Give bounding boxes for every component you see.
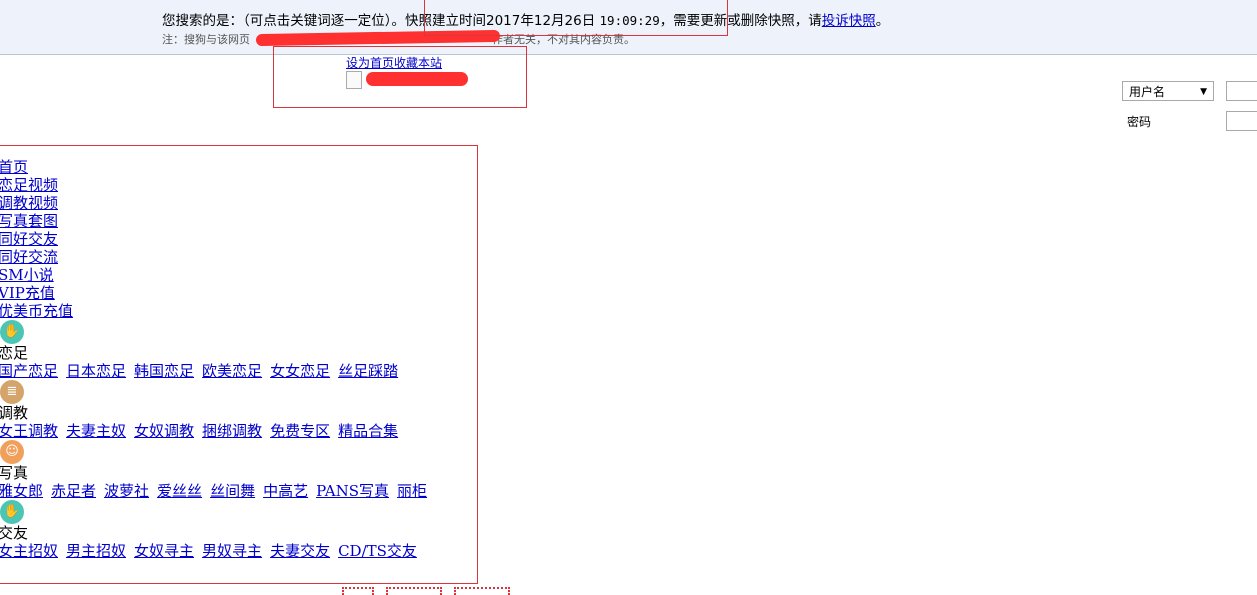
category-link[interactable]: 赤足者 [51,482,96,500]
category-link[interactable]: 男奴寻主 [202,542,262,560]
hand-icon: ✋ [0,320,24,344]
category-link[interactable]: 国产恋足 [0,362,58,380]
category-link[interactable]: 日本恋足 [66,362,126,380]
category-link[interactable]: 男主招奴 [66,542,126,560]
category-link[interactable]: 韩国恋足 [134,362,194,380]
category-link[interactable]: 精品合集 [338,422,398,440]
menu-item-training-video[interactable]: 调教视频 [0,194,435,212]
category-link[interactable]: 女主招奴 [0,542,58,560]
complaint-snapshot-link[interactable]: 投诉快照 [822,13,876,29]
category-link[interactable]: 丽柜 [397,482,427,500]
category-link[interactable]: 捆绑调教 [202,422,262,440]
category-link[interactable]: CD/TS交友 [338,542,417,560]
category-label: 写真 [0,464,29,482]
menu-item-home[interactable]: 首页 [0,158,435,176]
category-link[interactable]: 丝间舞 [210,482,255,500]
hand-icon: ✋ [0,500,24,524]
disclaimer-start: 注：搜狗与该网页 [162,33,250,46]
face-icon: ☺ [0,440,24,464]
username-input[interactable] [1226,81,1257,101]
menu-item-photo-sets[interactable]: 写真套图 [0,212,435,230]
dotted-outline [386,587,442,595]
dotted-outline [454,587,510,595]
category-link[interactable]: 夫妻主奴 [66,422,126,440]
category-link[interactable]: 雅女郎 [0,482,43,500]
category-link[interactable]: 免费专区 [270,422,330,440]
menu-item-coins[interactable]: 优美币充值 [0,302,435,320]
dotted-outline [342,587,374,595]
category-links: 女王调教 夫妻主奴 女奴调教 捆绑调教 免费专区 精品合集 [0,422,435,440]
category-link[interactable]: 女王调教 [0,422,58,440]
main-menu: 首页 恋足视频 调教视频 写真套图 同好交友 同好交流 SM小说 VIP充值 优… [0,158,435,560]
menu-item-vip[interactable]: VIP充值 [0,284,435,302]
menu-item-friends[interactable]: 同好交友 [0,230,435,248]
menu-item-forum[interactable]: 同好交流 [0,248,435,266]
chevron-down-icon: ▼ [1200,87,1207,97]
category-link[interactable]: 夫妻交友 [270,542,330,560]
category-links: 女主招奴 男主招奴 女奴寻主 男奴寻主 夫妻交友 CD/TS交友 [0,542,435,560]
category-link[interactable]: PANS写真 [316,482,389,500]
set-homepage-link[interactable]: 设为首页收藏本站 [346,54,442,71]
category-link[interactable]: 欧美恋足 [202,362,262,380]
category-label: 交友 [0,524,29,542]
category-label: 恋足 [0,344,29,362]
notebook-icon: ≣ [0,380,24,404]
password-label: 密码 [1127,115,1152,129]
menu-item-foot-video[interactable]: 恋足视频 [0,176,435,194]
category-list: ✋ 恋足 国产恋足 日本恋足 韩国恋足 欧美恋足 女女恋足 丝足踩踏 ≣ 调教 女王调教 夫妻主奴 女奴… [0,320,435,560]
category-links: 国产恋足 日本恋足 韩国恋足 欧美恋足 女女恋足 丝足踩踏 [0,362,435,380]
category-link[interactable]: 女女恋足 [270,362,330,380]
highlight-box [424,0,728,36]
password-input[interactable] [1226,111,1257,131]
username-select-value: 用户名 [1129,85,1166,99]
menu-item-novels[interactable]: SM小说 [0,266,435,284]
category-label: 调教 [0,404,29,422]
category-link[interactable]: 女奴寻主 [134,542,194,560]
category-link[interactable]: 波萝社 [104,482,149,500]
username-type-select[interactable]: 用户名 ▼ [1122,81,1214,101]
category-link[interactable]: 丝足踩踏 [338,362,398,380]
category-link[interactable]: 女奴调教 [134,422,194,440]
category-links: 雅女郎 赤足者 波萝社 爱丝丝 丝间舞 中高艺 PANS写真 丽柜 [0,482,435,500]
category-link[interactable]: 爱丝丝 [157,482,202,500]
category-link[interactable]: 中高艺 [263,482,308,500]
broken-image-icon [346,71,362,89]
snapshot-period: 。 [875,13,890,29]
